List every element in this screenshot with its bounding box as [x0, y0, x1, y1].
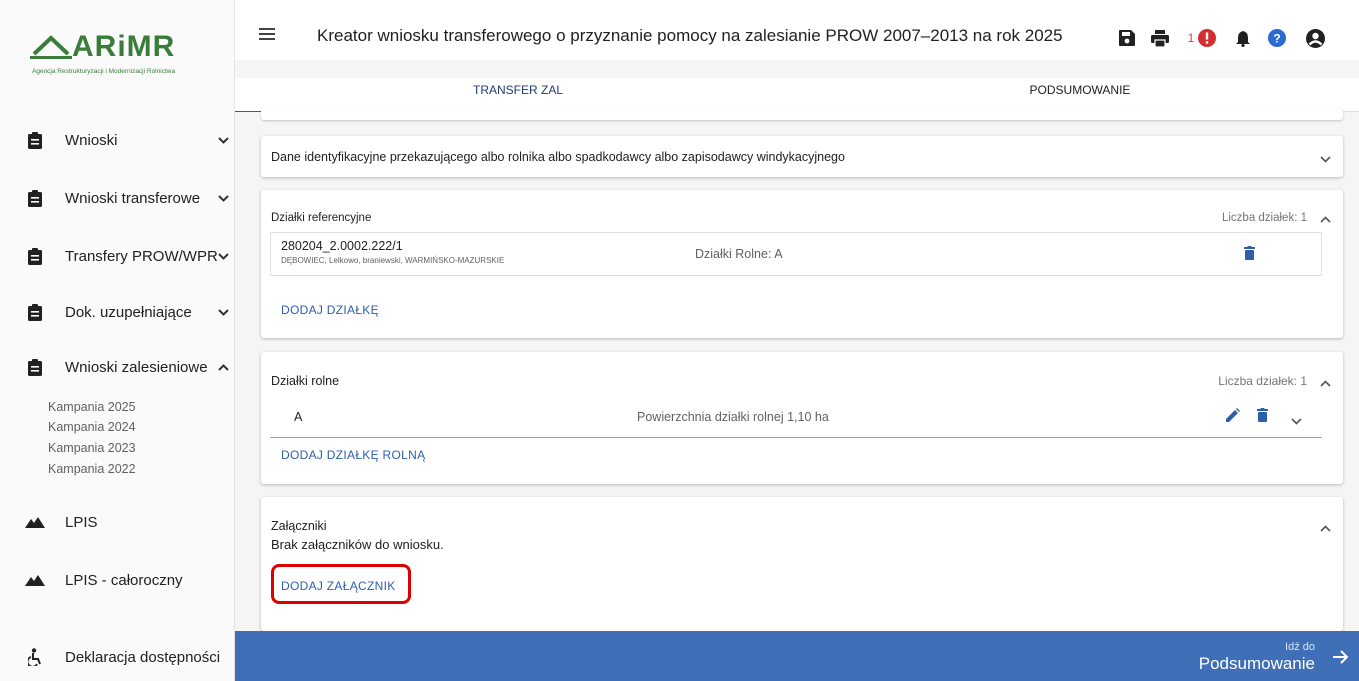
card-attachments: Załączniki Brak załączników do wniosku. … — [261, 497, 1343, 631]
sidebar-item-label: LPIS - całoroczny — [65, 571, 183, 589]
sidebar-item-wnioski-zalesieniowe[interactable]: Wnioski zalesieniowe — [0, 355, 235, 379]
chevron-down-icon[interactable] — [1320, 152, 1331, 166]
chevron-down-icon — [218, 249, 229, 263]
chevron-down-icon[interactable] — [1291, 412, 1302, 430]
sidebar-item-label: Wnioski transferowe — [65, 189, 201, 207]
save-icon[interactable] — [1118, 28, 1136, 48]
add-attachment-button[interactable]: DODAJ ZAŁĄCZNIK — [281, 579, 396, 593]
farm-parcel-name: A — [294, 410, 303, 424]
sidebar-item-label: Dok. uzupełniające — [65, 303, 192, 321]
sidebar-item-label: Transfery PROW/WPR — [65, 247, 218, 265]
bottom-nav-bar: Idź do Podsumowanie — [235, 631, 1359, 681]
sidebar-item-transfery-prow[interactable]: Transfery PROW/WPR — [0, 244, 235, 268]
add-farm-parcel-button[interactable]: DODAJ DZIAŁKĘ ROLNĄ — [281, 448, 425, 462]
main-content: Dane identyfikacyjne przekazującego albo… — [235, 108, 1359, 631]
accessibility-icon — [27, 648, 43, 666]
sidebar-item-lpis-caloroczny[interactable]: LPIS - całoroczny — [0, 568, 235, 592]
parcel-count: Liczba działek: 1 — [1218, 374, 1307, 388]
sidebar-subitem-kampania-2025[interactable]: Kampania 2025 — [48, 400, 136, 414]
farm-parcel-area: Powierzchnia działki rolnej 1,10 ha — [637, 410, 829, 424]
sidebar-item-label: Deklaracja dostępności — [65, 648, 221, 666]
sidebar-item-lpis[interactable]: LPIS — [0, 510, 235, 534]
card-identification[interactable]: Dane identyfikacyjne przekazującego albo… — [261, 136, 1343, 177]
sidebar-item-wnioski[interactable]: Wnioski — [0, 128, 235, 152]
tab-transfer-zal[interactable]: TRANSFER ZAL — [235, 78, 801, 112]
sidebar-item-label: Wnioski — [65, 131, 118, 149]
parcel-count: Liczba działek: 1 — [1221, 212, 1307, 224]
clipboard-icon — [27, 247, 43, 265]
card-title: Działki referencyjne — [271, 212, 372, 224]
sidebar-subitem-kampania-2023[interactable]: Kampania 2023 — [48, 441, 136, 455]
card-reference-parcels: Działki referencyjne Liczba działek: 1 2… — [261, 190, 1343, 338]
stepper-tabs: TRANSFER ZAL PODSUMOWANIE — [235, 78, 1359, 113]
next-step-hint: Idź do — [1285, 641, 1315, 653]
next-step-label[interactable]: Podsumowanie — [1199, 654, 1315, 674]
chevron-up-icon — [218, 360, 229, 374]
parcel-id: 280204_2.0002.222/1 — [281, 239, 403, 253]
app-window: ARiMR Agencja Restrukturyzacji i Moderni… — [0, 0, 1359, 681]
sidebar-item-label: Wnioski zalesieniowe — [65, 358, 208, 376]
edit-icon[interactable] — [1226, 408, 1240, 427]
mountain-icon — [25, 571, 45, 589]
svg-text:?: ? — [1273, 32, 1280, 46]
bell-icon[interactable] — [1235, 28, 1251, 48]
clipboard-icon — [27, 358, 43, 376]
card-title: Dane identyfikacyjne przekazującego albo… — [271, 150, 845, 164]
delete-icon[interactable] — [1244, 246, 1255, 265]
clipboard-icon — [27, 303, 43, 321]
reference-parcel-row[interactable]: 280204_2.0002.222/1 DĘBOWIEC, Lelkowo, b… — [270, 232, 1322, 276]
sidebar-item-wnioski-transferowe[interactable]: Wnioski transferowe — [0, 186, 235, 210]
previous-card-edge — [261, 108, 1343, 120]
logo-subtitle: Agencja Restrukturyzacji i Modernizacji … — [32, 68, 176, 75]
card-title: Działki rolne — [271, 374, 340, 388]
clipboard-icon — [27, 189, 43, 207]
sidebar-item-dok-uzupelniajace[interactable]: Dok. uzupełniające — [0, 300, 235, 324]
chevron-down-icon — [218, 191, 229, 205]
card-title: Załączniki — [271, 519, 327, 533]
arrow-right-icon[interactable] — [1333, 648, 1349, 671]
mountain-icon — [25, 513, 45, 531]
chevron-down-icon — [218, 305, 229, 319]
sidebar-item-label: LPIS — [65, 513, 98, 531]
top-bar: Kreator wniosku transferowego o przyznan… — [235, 0, 1359, 60]
sidebar: ARiMR Agencja Restrukturyzacji i Moderni… — [0, 0, 235, 681]
chevron-down-icon — [218, 133, 229, 147]
print-icon[interactable] — [1150, 28, 1170, 48]
page-title: Kreator wniosku transferowego o przyznan… — [317, 26, 1063, 45]
row-divider — [270, 437, 1322, 438]
chevron-up-icon[interactable] — [1320, 212, 1331, 226]
help-icon[interactable]: ? — [1267, 28, 1287, 48]
sidebar-item-deklaracja-dostepnosci[interactable]: Deklaracja dostępności — [0, 645, 235, 669]
delete-icon[interactable] — [1257, 408, 1268, 427]
menu-icon[interactable] — [259, 28, 275, 40]
clipboard-icon — [27, 131, 43, 149]
logo-roof-icon — [30, 35, 72, 59]
chevron-up-icon[interactable] — [1320, 521, 1331, 535]
sidebar-subitem-kampania-2024[interactable]: Kampania 2024 — [48, 420, 136, 434]
attachments-empty-text: Brak załączników do wniosku. — [271, 537, 444, 552]
parcel-farm-parcels: Działki Rolne: A — [695, 247, 783, 261]
add-reference-parcel-button[interactable]: DODAJ DZIAŁKĘ — [281, 303, 379, 317]
account-icon[interactable] — [1305, 28, 1325, 48]
error-alert-icon[interactable] — [1197, 28, 1217, 48]
sidebar-subitem-kampania-2022[interactable]: Kampania 2022 — [48, 462, 136, 476]
chevron-up-icon[interactable] — [1320, 376, 1331, 390]
tab-podsumowanie[interactable]: PODSUMOWANIE — [801, 78, 1359, 112]
logo-text: ARiMR — [72, 30, 176, 63]
arimr-logo: ARiMR Agencja Restrukturyzacji i Moderni… — [28, 18, 208, 78]
parcel-location: DĘBOWIEC, Lelkowo, braniewski, WARMIŃSKO… — [281, 256, 505, 265]
card-farm-parcels: Działki rolne Liczba działek: 1 A Powier… — [261, 352, 1343, 484]
error-count: 1 — [1187, 31, 1195, 45]
